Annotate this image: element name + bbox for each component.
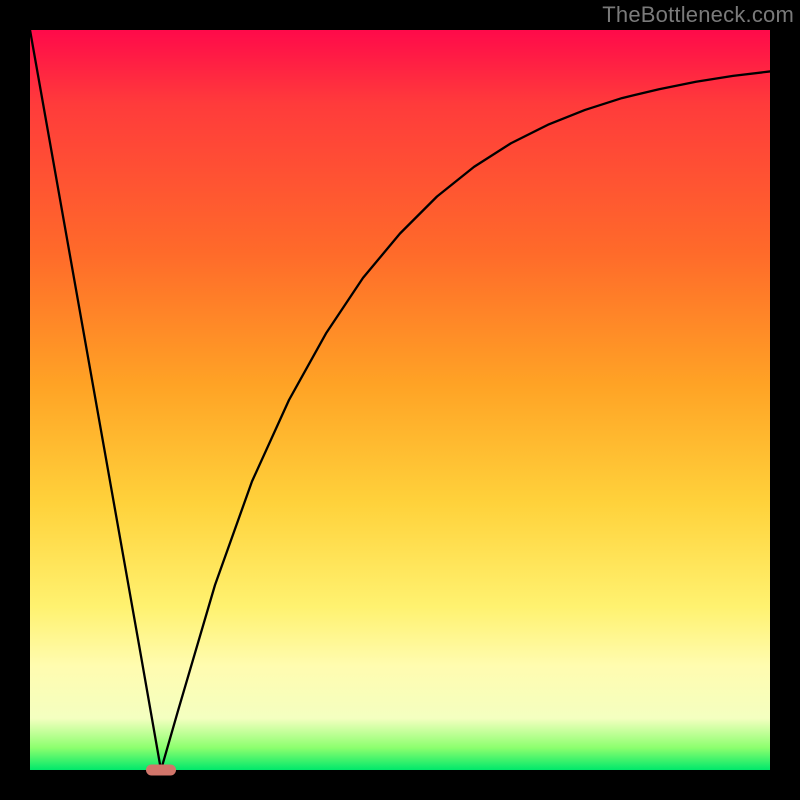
watermark-text: TheBottleneck.com bbox=[602, 2, 794, 28]
plot-area bbox=[30, 30, 770, 770]
chart-container: TheBottleneck.com bbox=[0, 0, 800, 800]
bottleneck-curve-path bbox=[30, 30, 770, 770]
curve-svg bbox=[30, 30, 770, 770]
minimum-marker bbox=[146, 765, 176, 776]
